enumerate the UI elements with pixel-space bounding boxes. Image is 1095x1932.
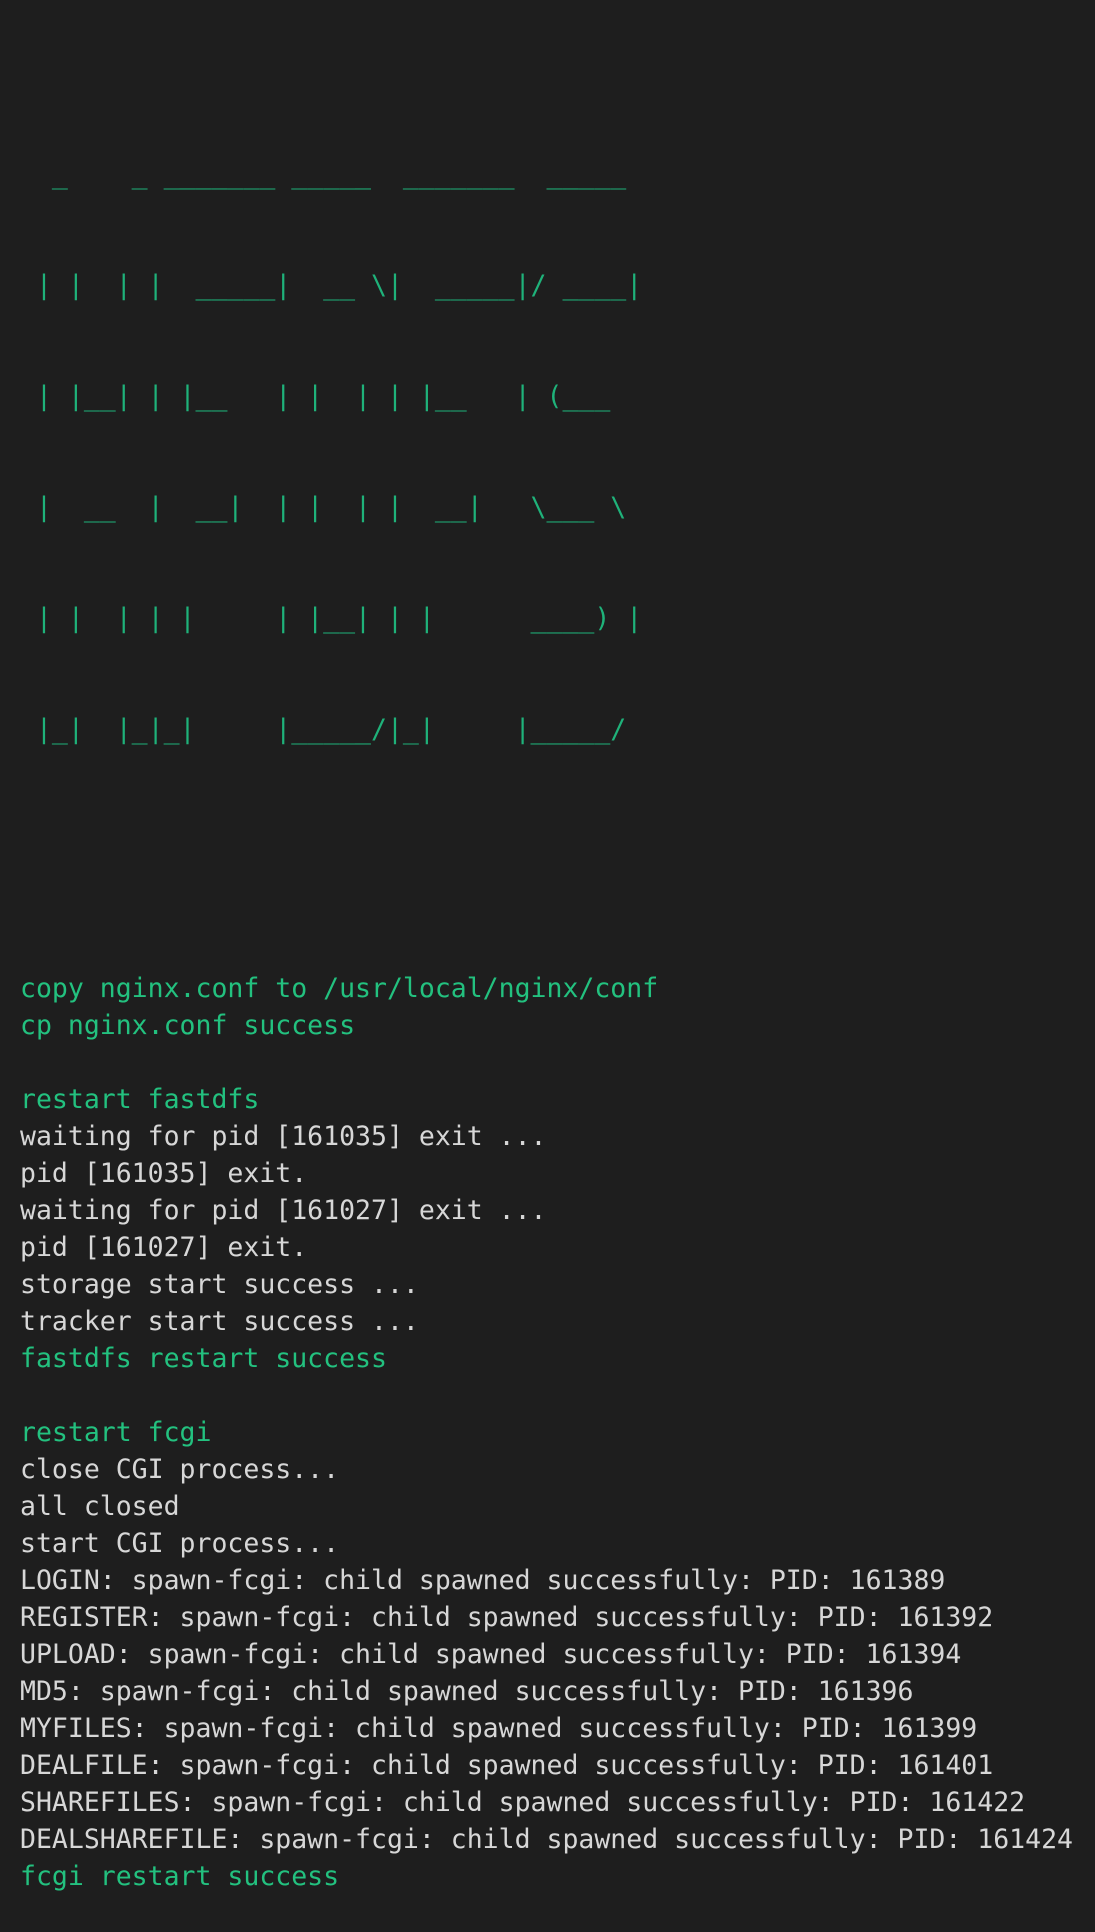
log-line: storage start success ... [20,1269,419,1300]
log-line: waiting for pid [161027] exit ... [20,1195,547,1226]
status-line: restart fastdfs [20,1084,260,1115]
log-line: tracker start success ... [20,1306,419,1337]
log-line: pid [161035] exit. [20,1158,308,1189]
log-line: waiting for pid [161035] exit ... [20,1121,547,1152]
banner-line: | | | | | | |__| | | ____) | [20,603,643,634]
status-line: restart fcgi [20,1417,212,1448]
banner-line: | |__| | |__ | | | | |__ | (___ [20,381,643,412]
log-line: start CGI process... [20,1528,340,1559]
log-line: all closed [20,1491,180,1522]
log-line: pid [161027] exit. [20,1232,308,1263]
status-line: fastdfs restart success [20,1343,387,1374]
status-line: cp nginx.conf success [20,1010,356,1041]
log-line: DEALSHAREFILE: spawn-fcgi: child spawned… [20,1824,1073,1855]
status-line: fcgi restart success [20,1861,340,1892]
log-line: UPLOAD: spawn-fcgi: child spawned succes… [20,1639,962,1670]
banner-line: _ _ _______ _____ _______ _____ [20,159,643,190]
log-output: copy nginx.conf to /usr/local/nginx/conf… [20,970,1095,1895]
status-line: copy nginx.conf to /usr/local/nginx/conf [20,973,659,1004]
banner-line: | __ | __| | | | | __| \___ \ [20,492,643,523]
log-line: close CGI process... [20,1454,340,1485]
banner-line: |_| |_|_| |_____/|_| |_____/ [20,714,643,745]
log-line: DEALFILE: spawn-fcgi: child spawned succ… [20,1750,994,1781]
terminal-output[interactable]: _ _ _______ _____ _______ _____ | | | | … [20,8,1095,1932]
ascii-banner: _ _ _______ _____ _______ _____ | | | | … [20,82,1095,822]
log-line: MD5: spawn-fcgi: child spawned successfu… [20,1676,914,1707]
log-line: SHAREFILES: spawn-fcgi: child spawned su… [20,1787,1026,1818]
log-line: REGISTER: spawn-fcgi: child spawned succ… [20,1602,994,1633]
banner-line: | | | | _____| __ \| _____|/ ____| [20,270,643,301]
log-line: LOGIN: spawn-fcgi: child spawned success… [20,1565,946,1596]
log-line: MYFILES: spawn-fcgi: child spawned succe… [20,1713,978,1744]
